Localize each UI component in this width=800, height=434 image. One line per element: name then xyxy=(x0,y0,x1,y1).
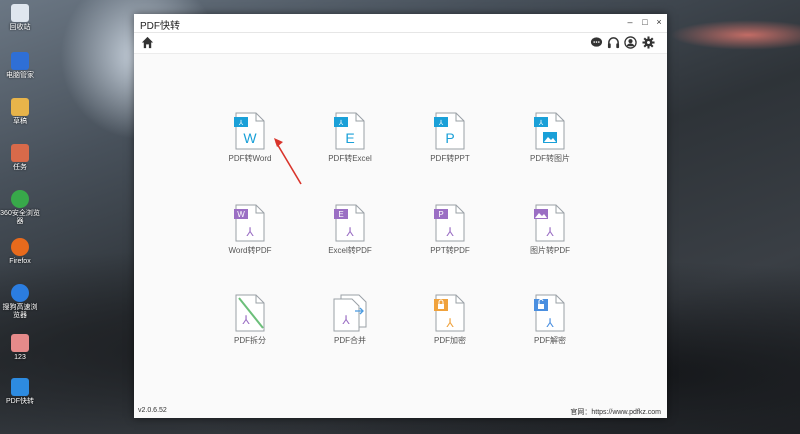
user-icon[interactable] xyxy=(624,36,637,49)
headset-icon[interactable] xyxy=(607,36,620,49)
desktop-icon-recycle-bin[interactable]: 回收站 xyxy=(0,4,40,32)
desktop-icon-sogou-browser[interactable]: 搜狗高速浏览器 xyxy=(0,284,40,320)
desktop-icon-firefox[interactable]: Firefox xyxy=(0,238,40,266)
chat-icon[interactable] xyxy=(590,36,603,49)
pdf-convert-app-icon xyxy=(11,378,29,396)
pc-manager-icon xyxy=(11,52,29,70)
desktop-icons: 回收站 电脑管家 草稿 任务 360安全浏览器 Firefox 搜狗高速浏览器 … xyxy=(0,0,40,434)
title-bar: PDF快转 – □ × xyxy=(134,14,667,33)
desktop-icon-123[interactable]: 123 xyxy=(0,334,40,362)
desktop-icon-task[interactable]: 任务 xyxy=(0,144,40,172)
toolbar xyxy=(134,33,667,54)
red-arrow-annotation xyxy=(274,138,302,185)
sogou-browser-icon xyxy=(11,284,29,302)
gear-icon[interactable] xyxy=(642,36,655,49)
desktop-icon-pc-manager[interactable]: 电脑管家 xyxy=(0,52,40,80)
status-bar: v2.0.6.52 官网：https://www.pdfkz.com xyxy=(134,405,667,418)
version-label: v2.0.6.52 xyxy=(138,407,167,414)
desktop-icon-pdf-convert[interactable]: PDF快转 xyxy=(0,378,40,406)
close-button[interactable]: × xyxy=(653,16,665,28)
home-icon[interactable] xyxy=(141,36,154,49)
task-icon xyxy=(11,144,29,162)
browser-360-icon xyxy=(11,190,29,208)
app-window: PDF快转 – □ × ⅄ W PDF转Word ⅄ E PDF转Excel ⅄… xyxy=(134,14,667,418)
recycle-bin-icon xyxy=(11,4,29,22)
file-icon xyxy=(11,334,29,352)
maximize-button[interactable]: □ xyxy=(639,16,651,28)
desktop-icon-draft[interactable]: 草稿 xyxy=(0,98,40,126)
window-title: PDF快转 xyxy=(140,21,180,32)
minimize-button[interactable]: – xyxy=(624,16,636,28)
tool-grid: ⅄ W PDF转Word ⅄ E PDF转Excel ⅄ P PDF转PPT ⅄… xyxy=(134,54,667,404)
desktop-icon-360-browser[interactable]: 360安全浏览器 xyxy=(0,190,40,226)
firefox-icon xyxy=(11,238,29,256)
website-link[interactable]: 官网：https://www.pdfkz.com xyxy=(570,407,661,417)
draft-icon xyxy=(11,98,29,116)
